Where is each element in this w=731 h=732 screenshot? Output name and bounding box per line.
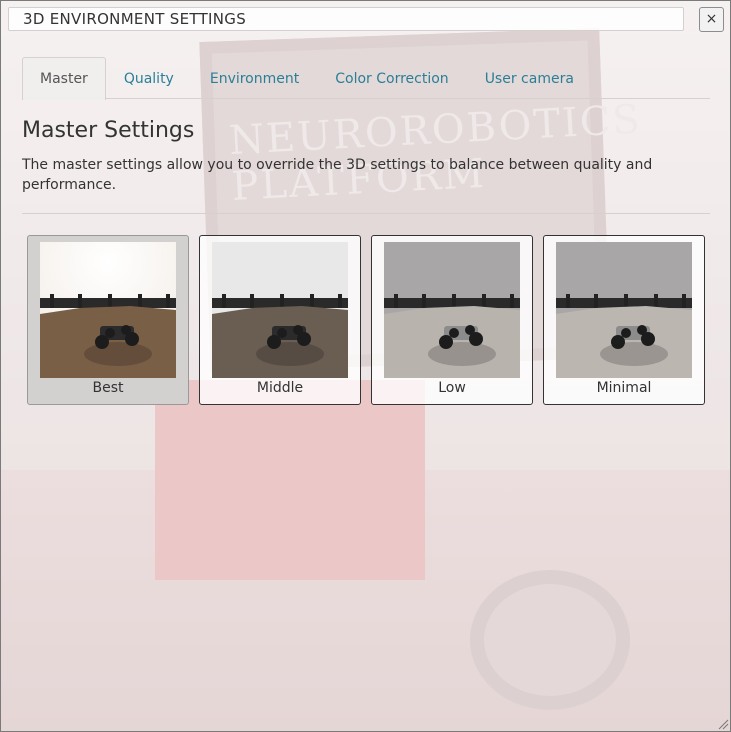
preset-best-label: Best [92, 380, 124, 396]
resize-grip-icon[interactable] [717, 718, 729, 730]
preset-low-label: Low [438, 380, 466, 396]
master-description: The master settings allow you to overrid… [22, 157, 653, 193]
tab-environment[interactable]: Environment [192, 57, 317, 99]
preset-best-thumbnail [40, 242, 176, 378]
tab-quality[interactable]: Quality [106, 57, 192, 99]
preset-low-thumbnail [384, 242, 520, 378]
preset-middle-label: Middle [256, 380, 304, 396]
preset-middle-thumbnail [212, 242, 348, 378]
settings-tabs: Master Quality Environment Color Correct… [22, 57, 710, 100]
divider [22, 213, 710, 214]
tab-user-camera[interactable]: User camera [467, 57, 592, 99]
dialog-title[interactable]: 3D ENVIRONMENT SETTINGS [8, 7, 684, 31]
preset-middle-button[interactable]: Middle [199, 235, 361, 405]
tab-color-correction[interactable]: Color Correction [317, 57, 466, 99]
quality-presets: Best Middle Low Minimal [27, 235, 705, 405]
preset-minimal-label: Minimal [596, 380, 652, 396]
preset-minimal-button[interactable]: Minimal [543, 235, 705, 405]
environment-settings-dialog: 3D ENVIRONMENT SETTINGS × Master Quality… [0, 0, 731, 732]
close-button[interactable]: × [699, 7, 724, 32]
preset-low-button[interactable]: Low [371, 235, 533, 405]
preset-minimal-thumbnail [556, 242, 692, 378]
page-title: Master Settings [22, 118, 195, 143]
tab-master[interactable]: Master [22, 57, 106, 100]
preset-best-button[interactable]: Best [27, 235, 189, 405]
